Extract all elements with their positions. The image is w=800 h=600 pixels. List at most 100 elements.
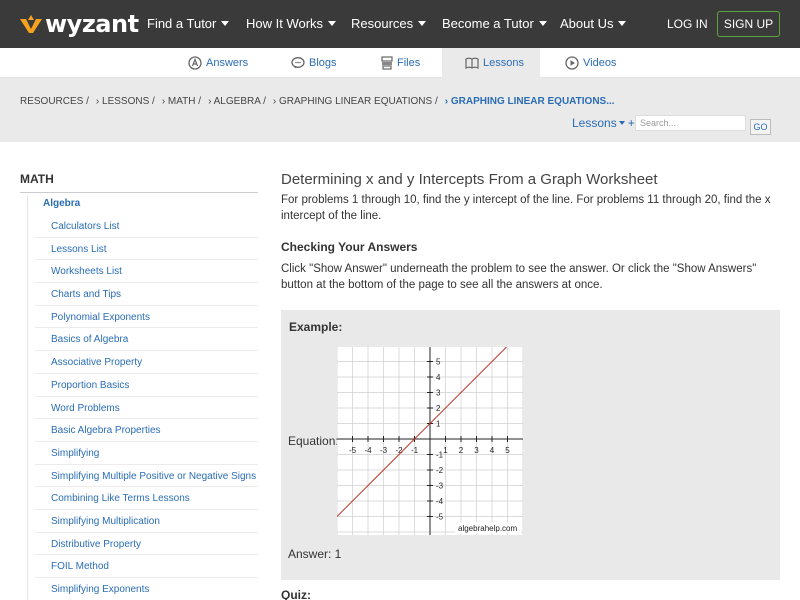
sidebar-item-combining-like-terms[interactable]: Combining Like Terms Lessons (35, 487, 258, 510)
search-input[interactable]: Search... (635, 115, 746, 131)
sidebar-item-foil-method[interactable]: FOIL Method (35, 555, 258, 578)
x-tick-label: -5 (349, 446, 357, 455)
breadcrumb: RESOURCES / › LESSONS / › MATH / › ALGEB… (20, 96, 622, 107)
tab-label: Videos (583, 57, 617, 69)
breadcrumb-lessons[interactable]: › LESSONS / (96, 96, 155, 107)
sidebar-section-algebra[interactable]: Algebra (43, 198, 80, 209)
x-tick-label: 4 (490, 446, 495, 455)
x-tick-label: 5 (505, 446, 510, 455)
tab-label: Answers (206, 57, 249, 69)
y-tick-label: -3 (436, 482, 444, 491)
sidebar-item-basic-algebra-properties[interactable]: Basic Algebra Properties (35, 419, 258, 442)
wyzant-logo[interactable]: wyzant (20, 10, 139, 38)
top-navbar: wyzant Find a Tutor How It Works Resourc… (0, 0, 800, 48)
y-tick-label: 5 (436, 358, 441, 367)
tab-label: Lessons (483, 57, 524, 69)
go-button[interactable]: GO (750, 119, 771, 135)
tab-answers[interactable]: Answers (188, 48, 248, 78)
nav-how-it-works[interactable]: How It Works (246, 16, 337, 31)
chevron-down-icon (618, 121, 625, 125)
sidebar-item-distributive-property[interactable]: Distributive Property (35, 533, 258, 556)
y-tick-label: 2 (436, 404, 441, 413)
tab-lessons[interactable]: Lessons (442, 48, 540, 78)
tab-videos[interactable]: Videos (565, 48, 616, 78)
files-icon (381, 56, 393, 70)
y-tick-label: -2 (436, 466, 444, 475)
sidebar-item-charts-and-tips[interactable]: Charts and Tips (35, 283, 258, 306)
sidebar-item-simplifying-exponents[interactable]: Simplifying Exponents (35, 578, 258, 600)
sidebar-item-associative-property[interactable]: Associative Property (35, 351, 258, 374)
nav-resources[interactable]: Resources (351, 16, 427, 31)
x-tick-label: 2 (459, 446, 464, 455)
answers-icon (188, 56, 202, 70)
sidebar-item-lessons-list[interactable]: Lessons List (35, 238, 258, 261)
nav-label: About Us (560, 16, 614, 31)
sidebar-title: MATH (20, 172, 54, 186)
sidebar-item-simplifying-multiple-signs[interactable]: Simplifying Multiple Positive or Negativ… (35, 465, 258, 488)
lessons-icon (465, 57, 479, 69)
search-scope-label: Lessons (572, 116, 617, 130)
chevron-down-icon (618, 21, 627, 26)
chevron-down-icon (221, 21, 230, 26)
y-tick-label: 1 (436, 420, 441, 429)
nav-about-us[interactable]: About Us (560, 16, 627, 31)
breadcrumb-math[interactable]: › MATH / (162, 96, 201, 107)
chevron-down-icon (538, 21, 547, 26)
y-tick-label: 3 (436, 389, 441, 398)
example-box: Example: Equation: -5 -4 -3 -2 -1 1 2 3 4 5 5 4 3 2 1-… (281, 310, 780, 580)
videos-icon (565, 56, 579, 70)
breadcrumb-graphing-linear-equations[interactable]: › GRAPHING LINEAR EQUATIONS / (273, 96, 438, 107)
y-tick-label: -4 (436, 497, 444, 506)
sidebar-item-worksheets-list[interactable]: Worksheets List (35, 260, 258, 284)
sidebar-divider (20, 192, 258, 193)
signup-button[interactable]: SIGN UP (717, 11, 780, 37)
sidebar-item-proportion-basics[interactable]: Proportion Basics (35, 374, 258, 397)
sidebar-tree-line (27, 195, 28, 600)
sidebar-item-basics-of-algebra[interactable]: Basics of Algebra (35, 328, 258, 352)
chevron-down-icon (328, 21, 337, 26)
breadcrumb-current: › GRAPHING LINEAR EQUATIONS... (444, 96, 615, 107)
logo-mark-icon (20, 15, 42, 33)
x-tick-label: -3 (380, 446, 388, 455)
breadcrumb-resources[interactable]: RESOURCES / (20, 96, 89, 107)
page-title: Determining x and y Intercepts From a Gr… (281, 171, 658, 188)
chevron-down-icon (418, 21, 427, 26)
example-label: Example: (289, 320, 343, 334)
sidebar-item-polynomial-exponents[interactable]: Polynomial Exponents (35, 306, 258, 329)
intro-text: For problems 1 through 10, find the y in… (281, 194, 771, 222)
logo-text: wyzant (45, 10, 139, 38)
example-graph: -5 -4 -3 -2 -1 1 2 3 4 554321-1-2-3-4-5algebrahel… (337, 347, 523, 535)
resource-tabs: Answers Blogs Files Lessons Videos (0, 48, 800, 78)
nav-label: Become a Tutor (442, 16, 534, 31)
nav-become-a-tutor[interactable]: Become a Tutor (442, 16, 547, 31)
watermark-text: algebrahelp.com (458, 524, 517, 533)
answer-label: Answer: 1 (288, 547, 342, 561)
checking-answers-text: Click "Show Answer" underneath the probl… (281, 263, 757, 291)
tab-label: Files (397, 57, 421, 69)
tab-files[interactable]: Files (381, 48, 420, 78)
y-tick-label: -1 (436, 451, 444, 460)
x-tick-label: -4 (364, 446, 372, 455)
sidebar-list: Calculators List Lessons List Worksheets… (35, 215, 258, 600)
tab-blogs[interactable]: Blogs (291, 48, 337, 78)
sidebar-item-simplifying[interactable]: Simplifying (35, 442, 258, 465)
sidebar-item-word-problems[interactable]: Word Problems (35, 397, 258, 420)
search-scope-select[interactable]: Lessons + (572, 116, 635, 130)
nav-label: Find a Tutor (147, 16, 217, 31)
y-tick-label: 4 (436, 373, 441, 382)
sidebar-item-calculators-list[interactable]: Calculators List (35, 215, 258, 238)
plus-icon: + (627, 116, 635, 130)
nav-label: Resources (351, 16, 414, 31)
breadcrumb-algebra[interactable]: › ALGEBRA / (208, 96, 266, 107)
breadcrumb-band: RESOURCES / › LESSONS / › MATH / › ALGEB… (0, 78, 800, 142)
equation-label: Equation: (288, 434, 339, 448)
sidebar-item-simplifying-multiplication[interactable]: Simplifying Multiplication (35, 510, 258, 533)
x-tick-label: 3 (474, 446, 479, 455)
tab-label: Blogs (309, 57, 337, 69)
checking-answers-heading: Checking Your Answers (281, 240, 418, 254)
login-link[interactable]: LOG IN (667, 17, 708, 31)
y-tick-label: -5 (436, 513, 444, 522)
x-tick-label: -1 (411, 446, 419, 455)
nav-find-a-tutor[interactable]: Find a Tutor (147, 16, 230, 31)
x-tick-label: 1 (443, 446, 448, 455)
